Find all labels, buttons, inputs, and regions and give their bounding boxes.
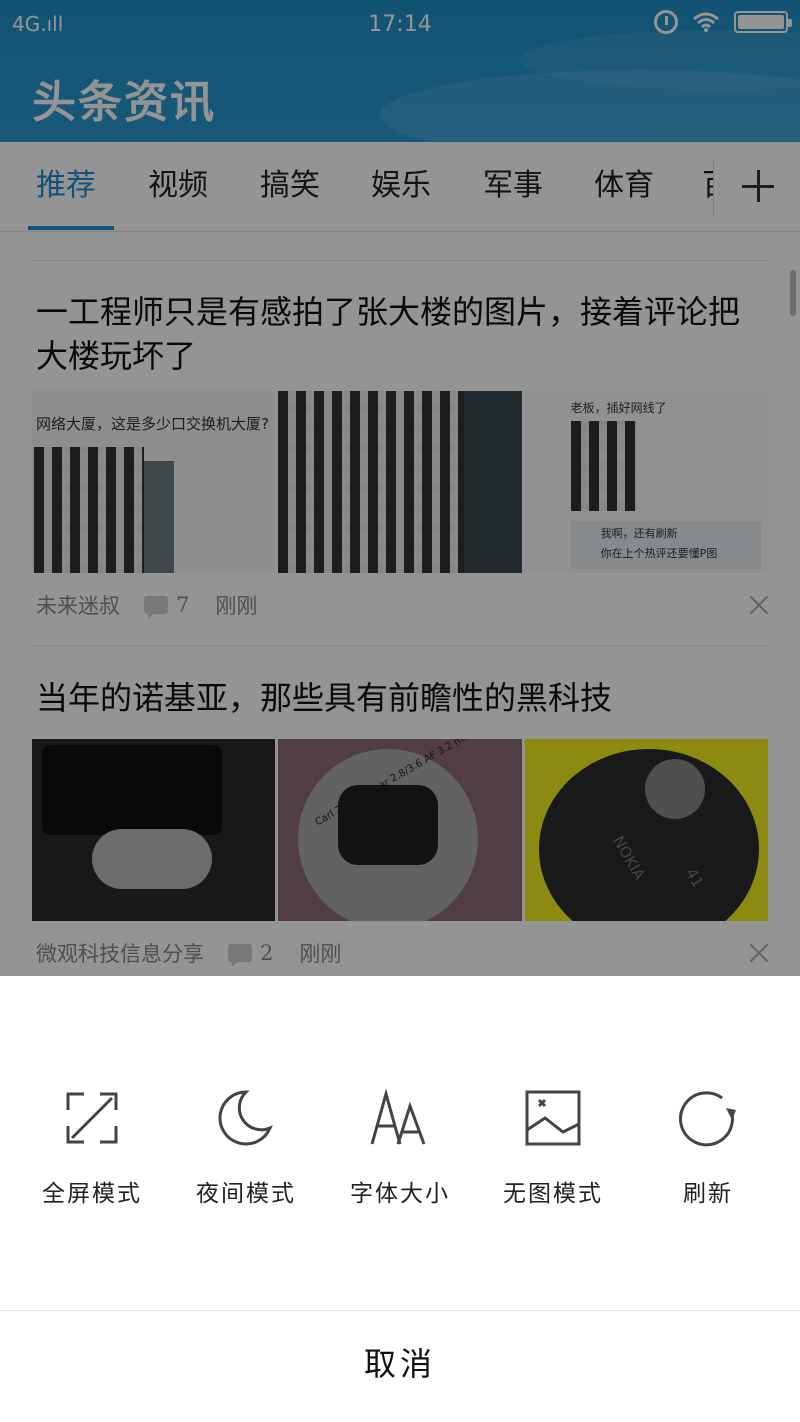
options-bottom-sheet: 全屏模式 夜间模式 字体大小 无图模式 刷新 取消 bbox=[0, 976, 800, 1422]
cancel-button[interactable]: 取消 bbox=[0, 1311, 800, 1422]
refresh-button[interactable]: 刷新 bbox=[638, 1088, 778, 1208]
action-label: 刷新 bbox=[683, 1181, 733, 1207]
fullscreen-icon bbox=[66, 1092, 118, 1144]
font-size-icon bbox=[370, 1088, 426, 1145]
refresh-icon bbox=[679, 1091, 736, 1147]
font-size-button[interactable]: 字体大小 bbox=[330, 1088, 470, 1208]
no-image-icon bbox=[525, 1090, 581, 1146]
modal-overlay[interactable] bbox=[0, 0, 800, 976]
action-label: 全屏模式 bbox=[42, 1181, 142, 1207]
no-image-mode-button[interactable]: 无图模式 bbox=[483, 1088, 623, 1208]
moon-icon bbox=[218, 1090, 273, 1146]
action-label: 字体大小 bbox=[350, 1181, 450, 1207]
fullscreen-mode-button[interactable]: 全屏模式 bbox=[22, 1088, 162, 1208]
action-label: 夜间模式 bbox=[196, 1181, 296, 1207]
action-label: 无图模式 bbox=[503, 1181, 603, 1207]
night-mode-button[interactable]: 夜间模式 bbox=[176, 1088, 316, 1208]
